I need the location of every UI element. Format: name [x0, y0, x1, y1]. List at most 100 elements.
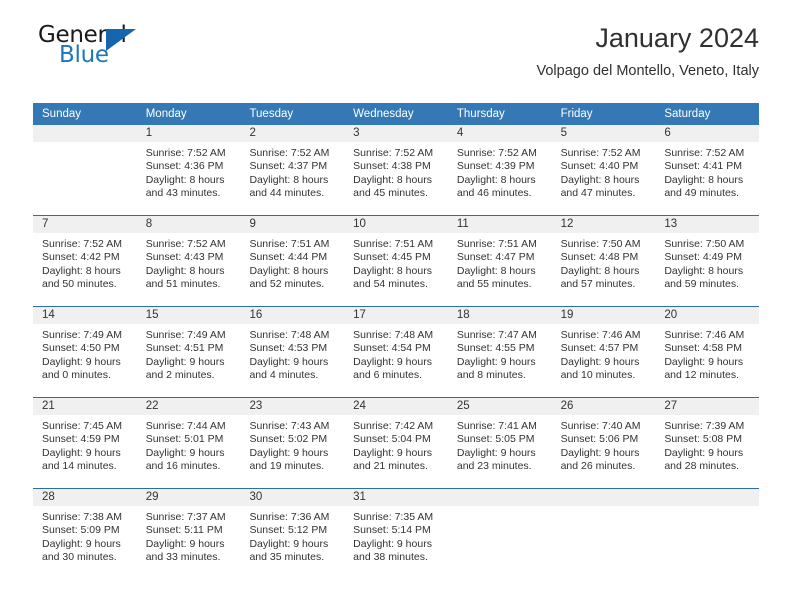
day-cell[interactable]: 2 Sunrise: 7:52 AM Sunset: 4:37 PM Daylight… [240, 125, 345, 215]
sunrise-text: Sunrise: 7:52 AM [42, 238, 122, 250]
sunset-text: Sunset: 4:48 PM [560, 251, 639, 264]
sunset-text: Sunset: 4:36 PM [145, 160, 224, 173]
sunset-text: Sunset: 4:41 PM [664, 160, 742, 173]
sunset-text: Sunset: 4:57 PM [560, 342, 639, 355]
sunrise-text: Sunrise: 7:52 AM [560, 147, 641, 159]
day-number: 2 [240, 125, 345, 142]
day-number: 6 [655, 125, 760, 142]
brand-name-blue: Blue [59, 42, 109, 68]
day-cell[interactable]: 11 Sunrise: 7:51 AM Sunset: 4:47 PM Dayligh… [447, 216, 552, 306]
day-number: 15 [136, 307, 241, 324]
day-number: 29 [136, 489, 241, 506]
day-cell[interactable]: 18 Sunrise: 7:47 AM Sunset: 4:55 PM Dayligh… [447, 307, 552, 397]
sunrise-text: Sunrise: 7:40 AM [560, 420, 641, 432]
day-details: Sunrise: 7:43 AM Sunset: 5:02 PM Daylight:… [240, 415, 344, 474]
triangle-logo-icon [106, 29, 136, 51]
day-cell[interactable]: 6 Sunrise: 7:52 AM Sunset: 4:41 PM Daylight… [655, 125, 760, 215]
day-number: 26 [551, 398, 656, 415]
day-cell[interactable]: 17 Sunrise: 7:48 AM Sunset: 4:54 PM Dayligh… [344, 307, 448, 397]
sunrise-text: Sunrise: 7:46 AM [560, 329, 641, 341]
day-number: 24 [344, 398, 448, 415]
day-cell[interactable]: 5 Sunrise: 7:52 AM Sunset: 4:40 PM Daylight… [551, 125, 656, 215]
sunrise-text: Sunrise: 7:50 AM [560, 238, 641, 250]
daylight-text-line2: and 6 minutes. [353, 369, 423, 382]
sunset-text: Sunset: 5:08 PM [664, 433, 742, 446]
day-cell[interactable]: 27 Sunrise: 7:39 AM Sunset: 5:08 PM Dayligh… [655, 398, 760, 488]
day-cell[interactable]: 15 Sunrise: 7:49 AM Sunset: 4:51 PM Dayligh… [136, 307, 241, 397]
sunrise-text: Sunrise: 7:36 AM [249, 511, 330, 523]
day-cell[interactable]: 29 Sunrise: 7:37 AM Sunset: 5:11 PM Dayligh… [136, 489, 241, 579]
daylight-text-line1: Daylight: 8 hours [353, 173, 432, 186]
sunrise-text: Sunrise: 7:39 AM [664, 420, 745, 432]
day-cell[interactable]: 24 Sunrise: 7:42 AM Sunset: 5:04 PM Dayligh… [344, 398, 448, 488]
daylight-text-line1: Daylight: 8 hours [42, 264, 121, 277]
day-cell[interactable]: 13 Sunrise: 7:50 AM Sunset: 4:49 PM Dayligh… [655, 216, 760, 306]
day-cell[interactable]: 8 Sunrise: 7:52 AM Sunset: 4:43 PM Daylight… [136, 216, 241, 306]
day-details: Sunrise: 7:52 AM Sunset: 4:37 PM Daylight:… [240, 142, 344, 201]
day-number [655, 489, 760, 506]
daylight-text-line2: and 49 minutes. [664, 187, 740, 200]
day-number: 16 [240, 307, 345, 324]
day-cell[interactable]: 19 Sunrise: 7:46 AM Sunset: 4:57 PM Dayligh… [551, 307, 656, 397]
day-cell[interactable]: 14 Sunrise: 7:49 AM Sunset: 4:50 PM Dayligh… [33, 307, 137, 397]
day-cell[interactable]: 30 Sunrise: 7:36 AM Sunset: 5:12 PM Dayligh… [240, 489, 345, 579]
day-details: Sunrise: 7:45 AM Sunset: 4:59 PM Daylight:… [33, 415, 137, 474]
sunset-text: Sunset: 5:11 PM [145, 524, 223, 537]
day-cell[interactable]: 22 Sunrise: 7:44 AM Sunset: 5:01 PM Dayligh… [136, 398, 241, 488]
day-cell-empty [655, 489, 760, 579]
daylight-text-line1: Daylight: 9 hours [42, 537, 121, 550]
day-details: Sunrise: 7:52 AM Sunset: 4:41 PM Daylight:… [655, 142, 759, 201]
daylight-text-line1: Daylight: 8 hours [664, 264, 744, 277]
day-number: 17 [344, 307, 448, 324]
weekday-header-friday: Friday [560, 108, 593, 120]
sunset-text: Sunset: 5:12 PM [249, 524, 328, 537]
day-cell[interactable]: 12 Sunrise: 7:50 AM Sunset: 4:48 PM Dayligh… [551, 216, 656, 306]
day-cell-empty [33, 125, 137, 215]
sunrise-text: Sunrise: 7:47 AM [456, 329, 537, 341]
day-number: 4 [447, 125, 552, 142]
day-number: 31 [344, 489, 448, 506]
day-details: Sunrise: 7:36 AM Sunset: 5:12 PM Daylight:… [240, 506, 344, 565]
sunset-text: Sunset: 4:43 PM [145, 251, 224, 264]
sunrise-text: Sunrise: 7:43 AM [249, 420, 330, 432]
day-cell[interactable]: 20 Sunrise: 7:46 AM Sunset: 4:58 PM Dayligh… [655, 307, 760, 397]
day-details: Sunrise: 7:50 AM Sunset: 4:48 PM Daylight:… [552, 233, 656, 292]
daylight-text-line2: and 43 minutes. [145, 187, 221, 200]
day-cell[interactable]: 7 Sunrise: 7:52 AM Sunset: 4:42 PM Daylight… [33, 216, 137, 306]
daylight-text-line2: and 19 minutes. [249, 460, 325, 473]
day-cell[interactable]: 31 Sunrise: 7:35 AM Sunset: 5:14 PM Dayligh… [344, 489, 448, 579]
day-cell[interactable]: 3 Sunrise: 7:52 AM Sunset: 4:38 PM Daylight… [344, 125, 448, 215]
calendar-grid: Sunday Monday Tuesday Wednesday Thursday… [33, 103, 760, 579]
day-cell[interactable]: 16 Sunrise: 7:48 AM Sunset: 4:53 PM Dayligh… [240, 307, 345, 397]
daylight-text-line1: Daylight: 9 hours [664, 446, 744, 459]
daylight-text-line2: and 4 minutes. [249, 369, 319, 382]
brand-logo: General Blue [35, 24, 235, 76]
day-cell[interactable]: 1 Sunrise: 7:52 AM Sunset: 4:36 PM Daylight… [136, 125, 241, 215]
daylight-text-line1: Daylight: 9 hours [42, 355, 121, 368]
day-cell[interactable]: 10 Sunrise: 7:51 AM Sunset: 4:45 PM Dayligh… [344, 216, 448, 306]
daylight-text-line2: and 59 minutes. [664, 278, 740, 291]
week-row: 1 Sunrise: 7:52 AM Sunset: 4:36 PM Daylight… [33, 125, 760, 215]
sunrise-text: Sunrise: 7:35 AM [353, 511, 434, 523]
weekday-header-wednesday: Wednesday [353, 108, 414, 120]
daylight-text-line1: Daylight: 9 hours [249, 446, 329, 459]
sunset-text: Sunset: 4:55 PM [456, 342, 535, 355]
day-details: Sunrise: 7:52 AM Sunset: 4:38 PM Daylight:… [344, 142, 448, 201]
daylight-text-line2: and 35 minutes. [249, 551, 325, 564]
daylight-text-line2: and 23 minutes. [456, 460, 532, 473]
day-cell[interactable]: 21 Sunrise: 7:45 AM Sunset: 4:59 PM Dayligh… [33, 398, 137, 488]
day-cell[interactable]: 23 Sunrise: 7:43 AM Sunset: 5:02 PM Dayligh… [240, 398, 345, 488]
day-cell[interactable]: 4 Sunrise: 7:52 AM Sunset: 4:39 PM Daylight… [447, 125, 552, 215]
day-cell[interactable]: 26 Sunrise: 7:40 AM Sunset: 5:06 PM Dayligh… [551, 398, 656, 488]
day-cell[interactable]: 28 Sunrise: 7:38 AM Sunset: 5:09 PM Dayligh… [33, 489, 137, 579]
daylight-text-line2: and 28 minutes. [664, 460, 740, 473]
week-row: 28 Sunrise: 7:38 AM Sunset: 5:09 PM Dayligh… [33, 488, 760, 579]
daylight-text-line2: and 10 minutes. [560, 369, 636, 382]
day-cell[interactable]: 9 Sunrise: 7:51 AM Sunset: 4:44 PM Daylight… [240, 216, 345, 306]
day-cell-empty [551, 489, 656, 579]
sunset-text: Sunset: 4:42 PM [42, 251, 120, 264]
day-number: 5 [551, 125, 656, 142]
day-cell[interactable]: 25 Sunrise: 7:41 AM Sunset: 5:05 PM Dayligh… [447, 398, 552, 488]
sunrise-text: Sunrise: 7:51 AM [456, 238, 537, 250]
daylight-text-line2: and 55 minutes. [456, 278, 532, 291]
